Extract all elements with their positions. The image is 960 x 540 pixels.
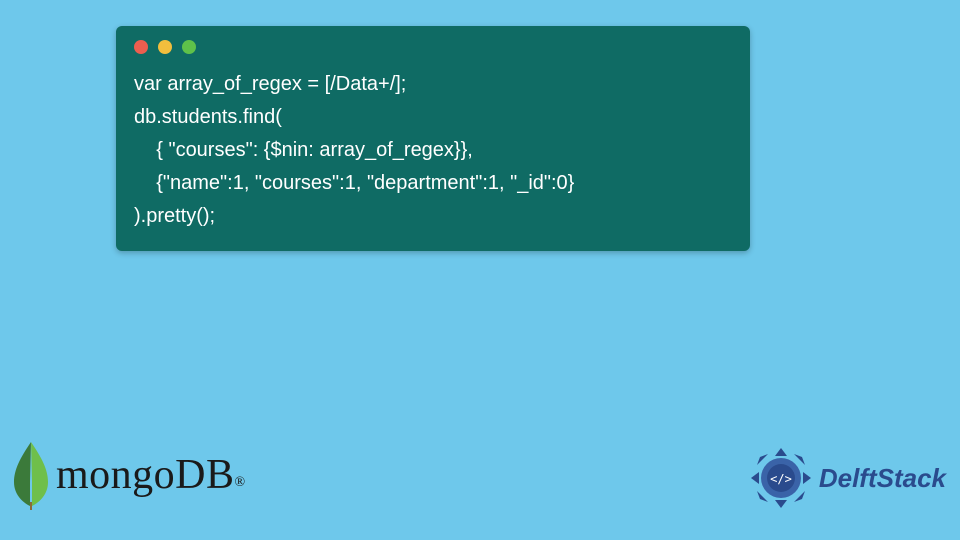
code-line: var array_of_regex = [/Data+/]; (134, 73, 406, 95)
code-line: ).pretty(); (134, 205, 215, 227)
registered-mark: ® (235, 475, 246, 490)
code-block: var array_of_regex = [/Data+/]; db.stude… (134, 68, 732, 233)
code-line: { "courses": {$nin: array_of_regex}}, (134, 139, 473, 161)
delftstack-text: DelftStack (819, 463, 946, 494)
window-controls (134, 40, 732, 54)
svg-text:</>: </> (770, 472, 792, 486)
minimize-icon (158, 40, 172, 54)
mongodb-text: mongoDB® (56, 451, 246, 499)
delftstack-gear-icon: </> (749, 446, 813, 510)
code-line: {"name":1, "courses":1, "department":1, … (134, 172, 574, 194)
mongodb-leaf-icon (10, 440, 52, 510)
maximize-icon (182, 40, 196, 54)
code-line: db.students.find( (134, 106, 282, 128)
code-window: var array_of_regex = [/Data+/]; db.stude… (116, 26, 750, 251)
mongodb-logo: mongoDB® (10, 440, 246, 510)
delftstack-logo: </> DelftStack (749, 446, 946, 510)
mongodb-word: mongoDB (56, 452, 235, 498)
close-icon (134, 40, 148, 54)
